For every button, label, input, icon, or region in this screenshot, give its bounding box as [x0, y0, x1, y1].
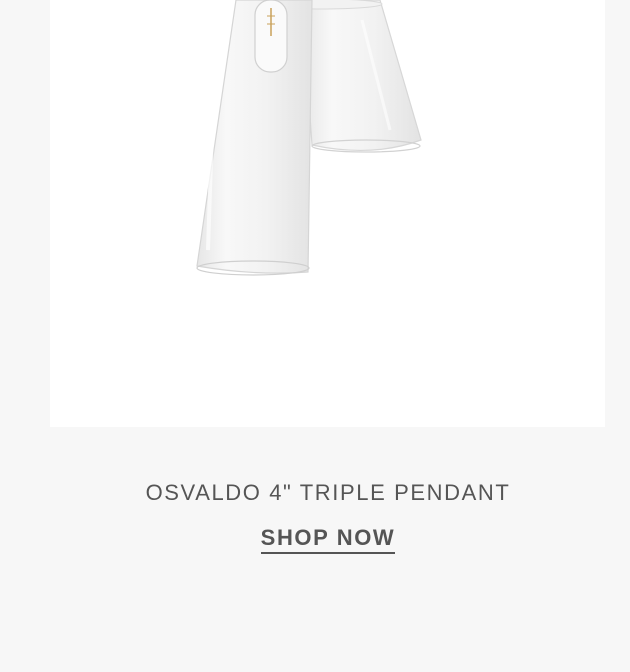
product-title: OSVALDO 4" TRIPLE PENDANT: [145, 480, 511, 505]
product-promo: OSVALDO 4" TRIPLE PENDANT SHOP NOW: [0, 0, 630, 672]
product-image[interactable]: [50, 0, 605, 427]
shop-now-container: SHOP NOW: [0, 525, 630, 554]
pendant-glass-shades-illustration: [196, 0, 422, 276]
shop-now-link[interactable]: SHOP NOW: [260, 525, 396, 554]
